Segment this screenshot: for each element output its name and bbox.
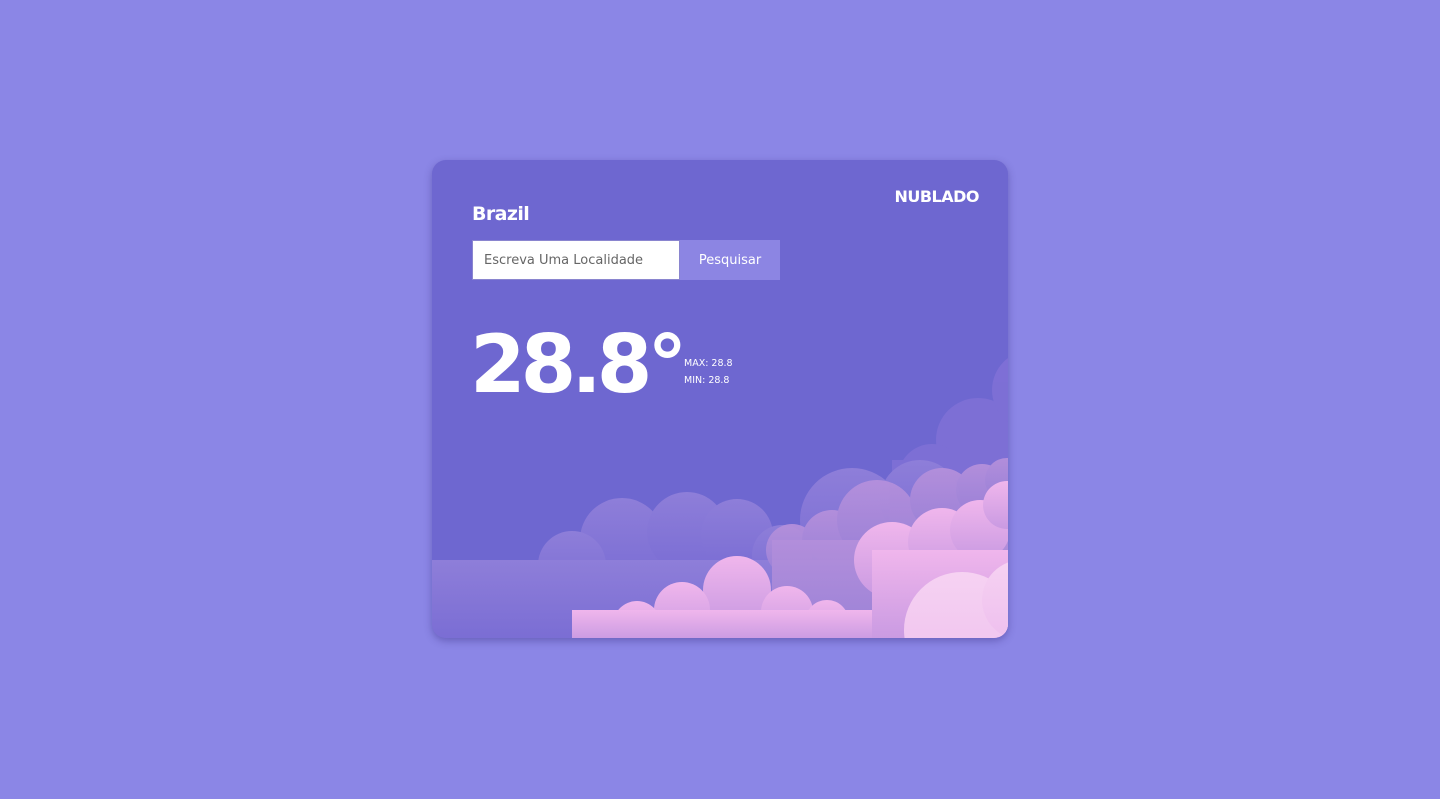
temperature-range: MAX: 28.8 MIN: 28.8 bbox=[684, 355, 733, 389]
location-search-input[interactable] bbox=[472, 240, 680, 280]
min-temperature: MIN: 28.8 bbox=[684, 375, 730, 386]
weather-condition: NUBLADO bbox=[894, 187, 979, 206]
temperature-value: 28.8° bbox=[470, 318, 687, 411]
page: NUBLADO Brazil Pesquisar 28.8° MAX: 28.8… bbox=[0, 0, 1440, 799]
search-bar: Pesquisar bbox=[472, 240, 780, 280]
search-button[interactable]: Pesquisar bbox=[680, 240, 780, 280]
weather-card: NUBLADO Brazil Pesquisar 28.8° MAX: 28.8… bbox=[432, 160, 1008, 638]
max-temperature: MAX: 28.8 bbox=[684, 358, 733, 369]
location-title: Brazil bbox=[472, 203, 530, 225]
